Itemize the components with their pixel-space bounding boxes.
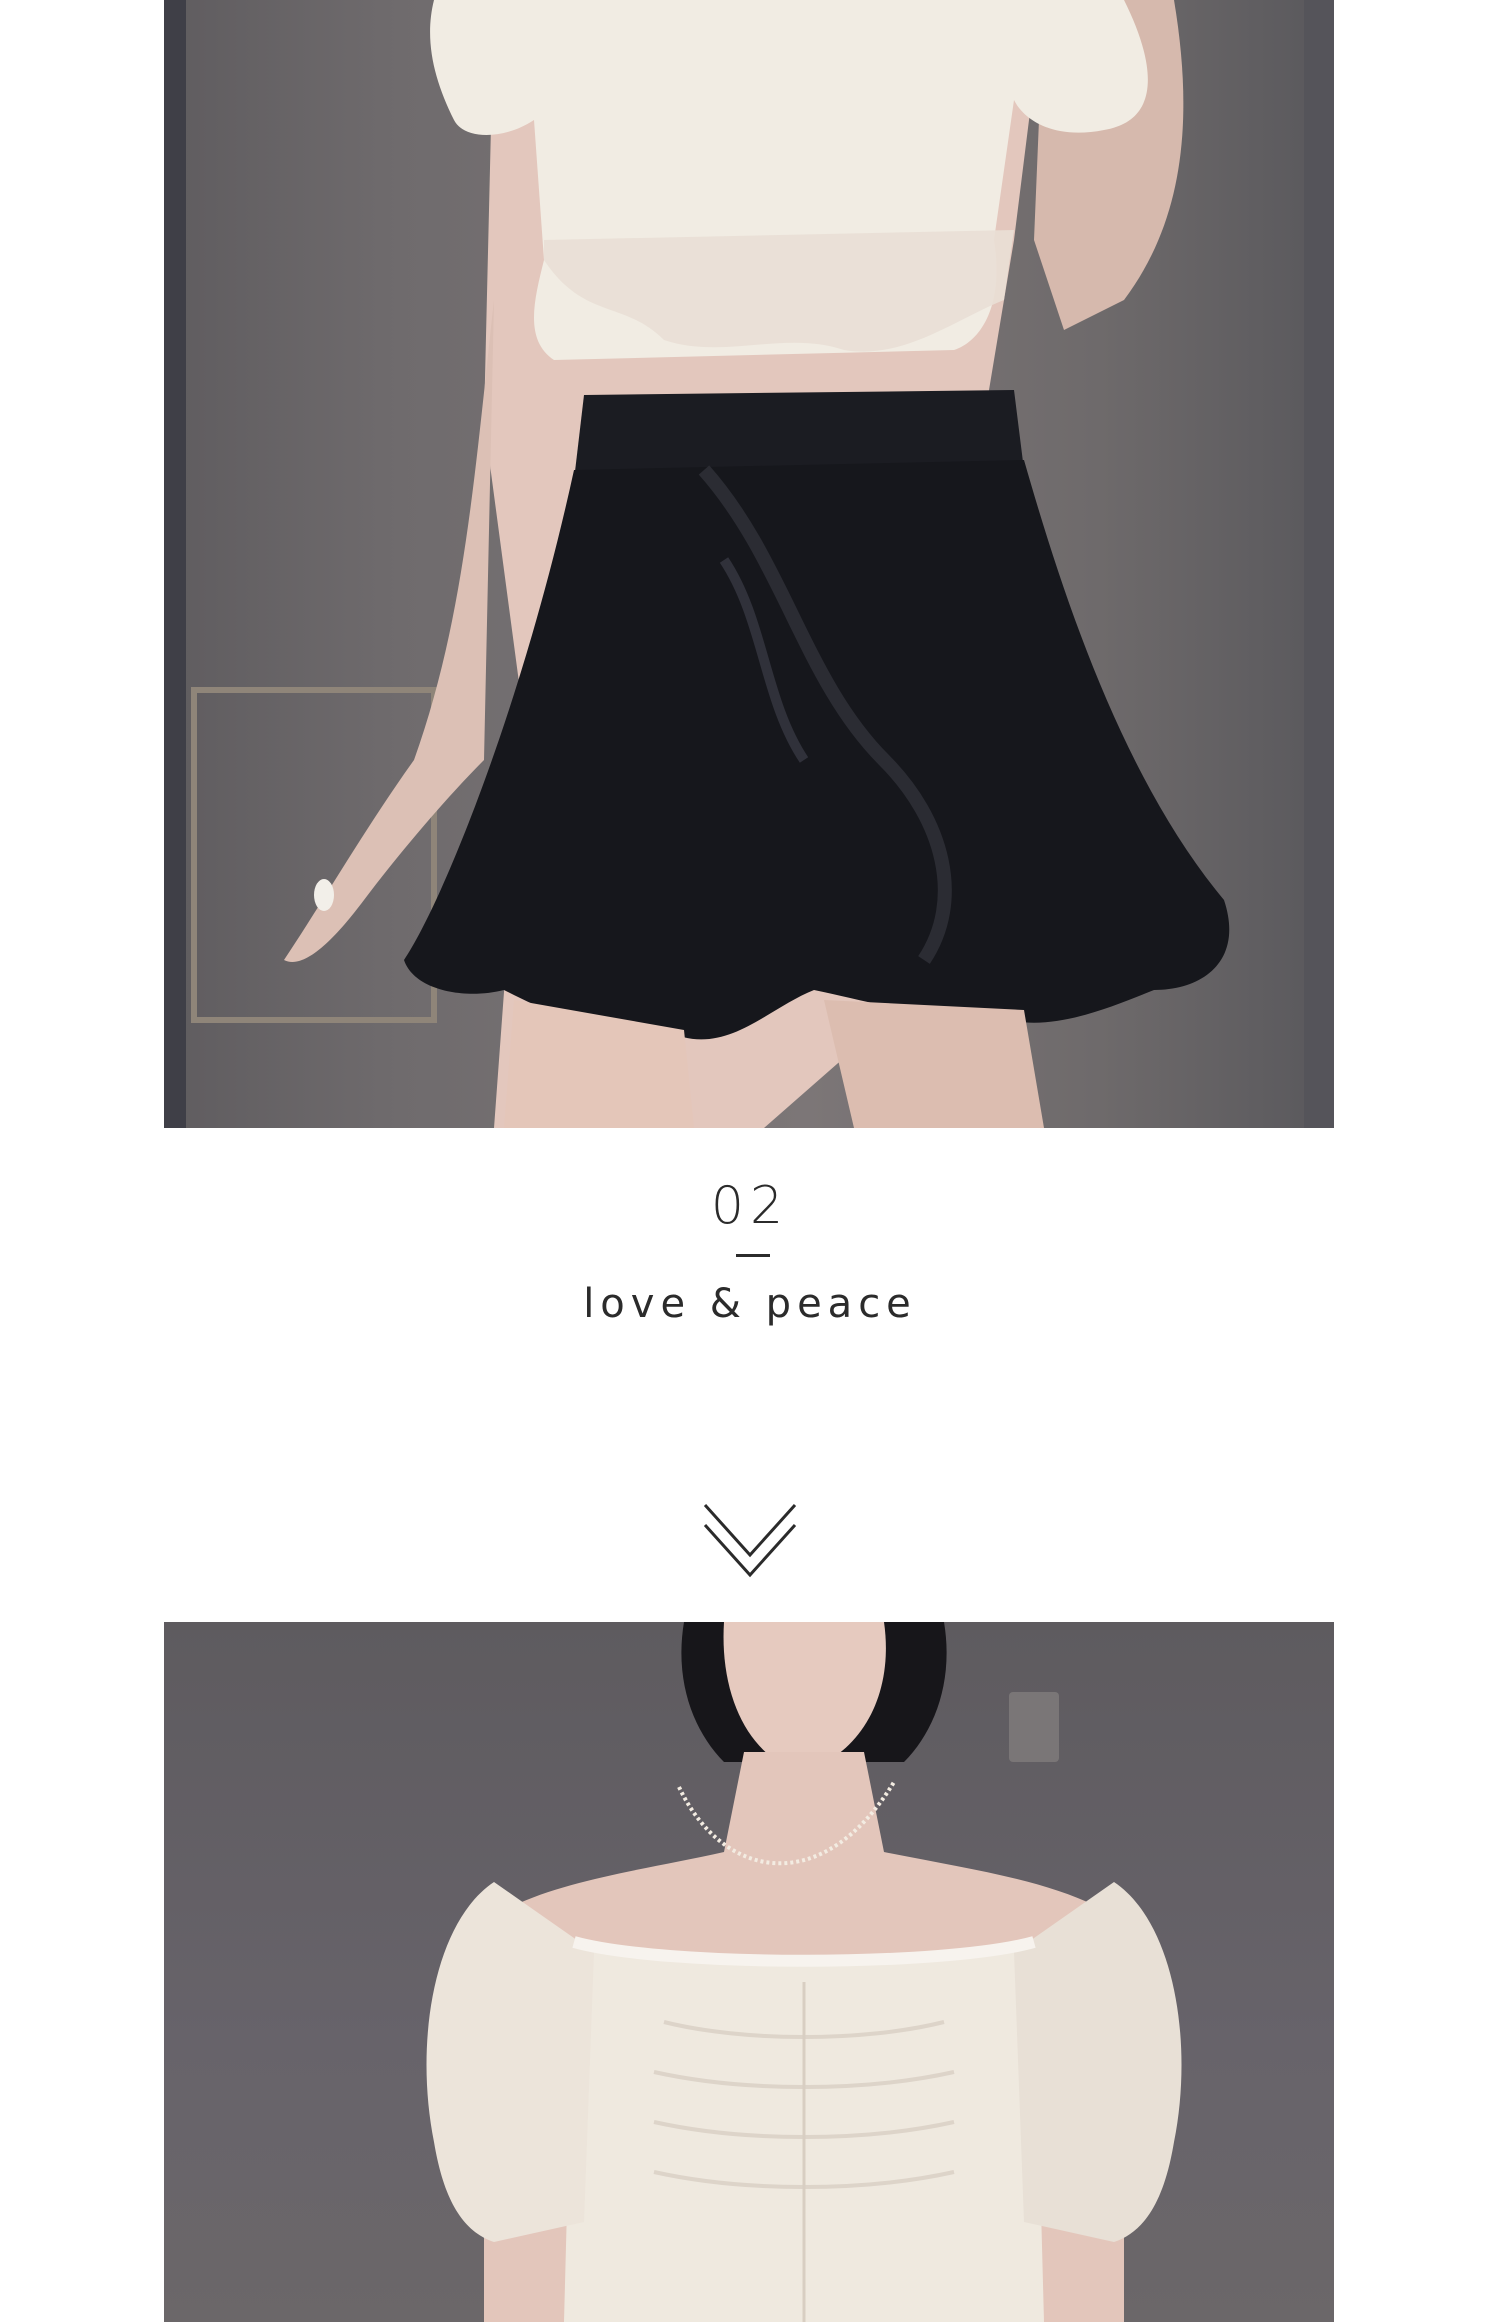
- section-divider: [736, 1254, 770, 1257]
- section-subtitle: love & peace: [583, 1281, 917, 1327]
- section-number: 02: [710, 1176, 790, 1236]
- product-photo-top: [164, 1622, 1334, 2322]
- product-photo-skirt: [164, 0, 1334, 1128]
- double-chevron-down-icon: [700, 1500, 800, 1580]
- photo-skirt-illustration: [164, 0, 1334, 1128]
- photo-top-illustration: [426, 1622, 1182, 2322]
